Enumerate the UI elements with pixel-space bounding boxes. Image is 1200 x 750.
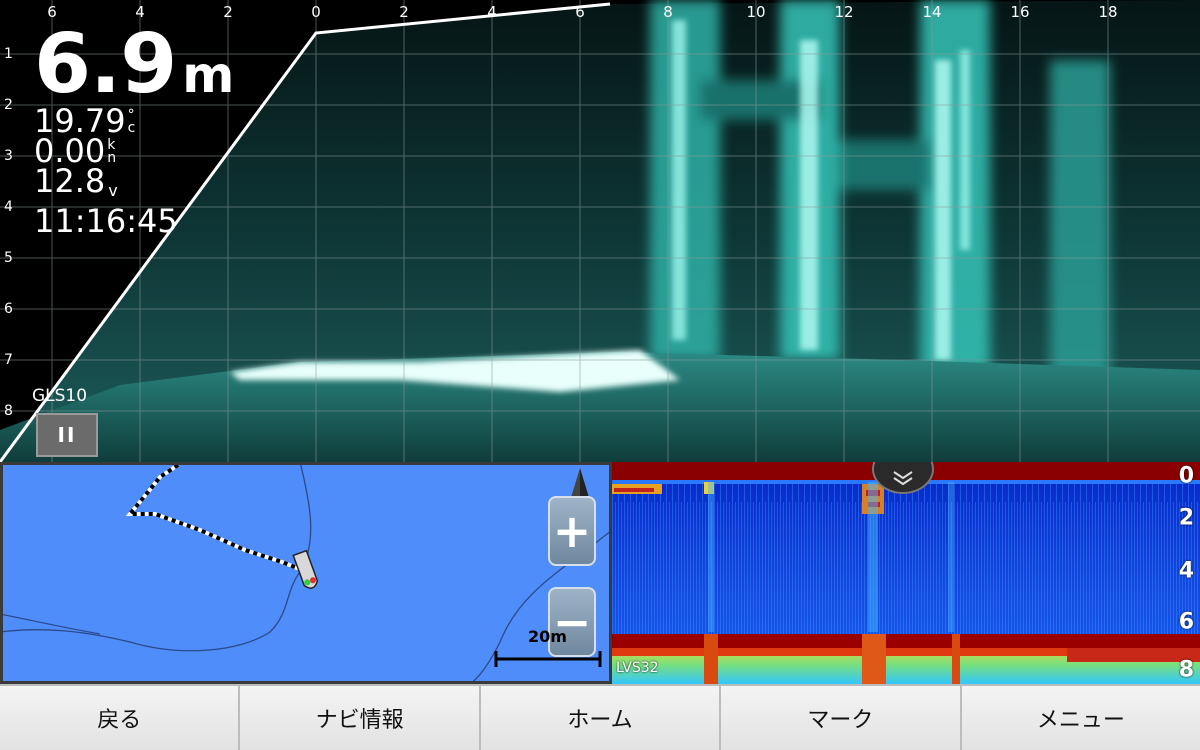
back-button[interactable]: 戻る [0, 686, 241, 750]
plus-icon: + [552, 504, 592, 558]
h-scale-label: 4 [487, 3, 497, 21]
v-scale-label: 5 [4, 250, 13, 266]
v-scale-label: 3 [4, 148, 13, 164]
track-line-dash [125, 465, 303, 572]
boat-icon [292, 549, 319, 589]
voltage-value: 12.8 [34, 162, 106, 200]
depth-value: 6.9 [34, 17, 177, 112]
voltage-readout: 12.8 v [34, 162, 234, 206]
h-scale-label: 6 [575, 3, 585, 21]
speed-unit-bottom: n [107, 150, 117, 166]
v-scale-label: 8 [4, 403, 13, 419]
h-scale-label: 0 [311, 3, 321, 21]
home-button[interactable]: ホーム [480, 686, 722, 750]
navi-info-button[interactable]: ナビ情報 [240, 686, 481, 750]
depth-readout: 6.9 m [34, 24, 234, 106]
data-readouts: 6.9 m 19.79 ° c 0.00 k n 12.8 v 11:16:45 [34, 24, 234, 240]
depth-unit: m [182, 46, 235, 104]
zoom-in-button[interactable]: + [548, 496, 596, 566]
echo-depth-label: 2 [1178, 505, 1194, 531]
h-scale-label: 2 [399, 3, 409, 21]
h-scale-label: 16 [1010, 3, 1030, 21]
h-scale-label: 18 [1098, 3, 1118, 21]
map-canvas [3, 465, 609, 681]
v-scale-label: 2 [4, 97, 13, 113]
zoom-out-button[interactable]: − [548, 587, 596, 657]
echo-transducer-label: LVS32 [616, 660, 659, 676]
h-scale-label: 10 [746, 3, 766, 21]
pause-icon: II [57, 423, 77, 447]
v-scale-label: 4 [4, 199, 13, 215]
temperature-unit-bottom: c [127, 120, 136, 136]
v-scale-label: 7 [4, 352, 13, 368]
v-scale-label: 1 [4, 46, 13, 62]
echo-depth-label: 6 [1178, 609, 1194, 635]
h-scale-label: 8 [663, 3, 673, 21]
map-scale-label: 20m [528, 627, 567, 646]
mark-button[interactable]: マーク [721, 686, 962, 750]
double-chevron-down-icon [893, 471, 913, 486]
time-readout: 11:16:45 [34, 202, 178, 240]
echo-sounder-view[interactable]: 0 2 4 6 8 LVS32 [612, 462, 1200, 684]
bottom-echo-band [612, 634, 1200, 648]
echo-depth-label: 4 [1178, 558, 1194, 584]
echogram [612, 462, 1200, 684]
echo-depth-label: 0 [1178, 463, 1194, 489]
chart-map-view[interactable]: + − [0, 462, 612, 684]
h-scale-label: 2 [223, 3, 233, 21]
v-scale-label: 6 [4, 301, 13, 317]
pause-button[interactable]: II [36, 413, 98, 457]
echo-depth-label: 8 [1178, 657, 1194, 683]
transducer-label: GLS10 [32, 386, 88, 406]
menu-button[interactable]: メニュー [961, 686, 1200, 750]
side-scan-sonar-view[interactable]: 6 4 2 0 2 4 6 8 10 12 14 16 18 1 2 3 4 5… [0, 0, 1200, 462]
bottom-toolbar: 戻る ナビ情報 ホーム マーク メニュー [0, 684, 1200, 750]
h-scale-label: 14 [922, 3, 942, 21]
h-scale-label: 12 [834, 3, 854, 21]
